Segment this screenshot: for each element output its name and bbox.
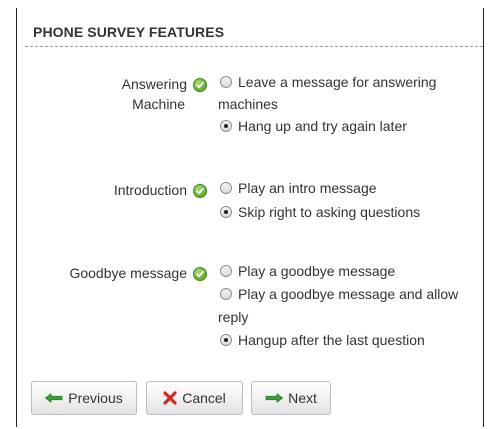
field-label-line: Machine <box>132 96 185 112</box>
field-label-answering-machine: Answering Machine <box>17 74 187 114</box>
option-label-play-goodbye-allow-reply: Play a goodbye message and allow <box>238 286 459 302</box>
cancel-button-label: Cancel <box>182 390 226 406</box>
section-title: PHONE SURVEY FEATURES <box>33 24 225 40</box>
valid-check-icon <box>193 78 207 92</box>
radio-skip-to-questions[interactable] <box>220 206 232 218</box>
radio-hangup-after-last[interactable] <box>220 334 232 346</box>
next-button[interactable]: Next <box>251 381 331 415</box>
option-label-skip-to-questions: Skip right to asking questions <box>238 204 421 220</box>
option-label-play-goodbye-allow-reply-cont: reply <box>218 309 249 325</box>
field-label-introduction: Introduction <box>17 180 187 200</box>
field-label-goodbye-message: Goodbye message <box>17 263 187 283</box>
radio-play-intro[interactable] <box>220 182 232 194</box>
radio-leave-message[interactable] <box>220 76 232 88</box>
field-label-line: Goodbye message <box>69 265 187 281</box>
option-label-play-goodbye: Play a goodbye message <box>238 263 396 279</box>
option-label-hang-up-try-later: Hang up and try again later <box>238 118 407 134</box>
radio-hang-up-try-later[interactable] <box>220 120 232 132</box>
valid-check-icon <box>193 267 207 281</box>
radio-play-goodbye[interactable] <box>220 265 232 277</box>
arrow-right-icon <box>265 393 284 403</box>
previous-button-label: Previous <box>68 390 123 406</box>
field-label-line: Answering <box>121 76 187 92</box>
next-button-label: Next <box>288 390 317 406</box>
arrow-left-icon <box>45 393 63 403</box>
red-x-icon <box>163 391 177 405</box>
radio-play-goodbye-allow-reply[interactable] <box>220 288 232 300</box>
option-label-hangup-after-last: Hangup after the last question <box>238 332 425 348</box>
option-label-play-intro: Play an intro message <box>238 180 377 196</box>
section-divider <box>25 46 483 47</box>
previous-button[interactable]: Previous <box>31 381 137 415</box>
option-label-leave-message: Leave a message for answering <box>238 74 437 90</box>
option-label-leave-message-cont: machines <box>218 96 278 112</box>
field-label-line: Introduction <box>113 182 187 198</box>
survey-panel: PHONE SURVEY FEATURES Answering Machine … <box>16 8 484 427</box>
cancel-button[interactable]: Cancel <box>146 381 243 415</box>
valid-check-icon <box>193 184 207 198</box>
